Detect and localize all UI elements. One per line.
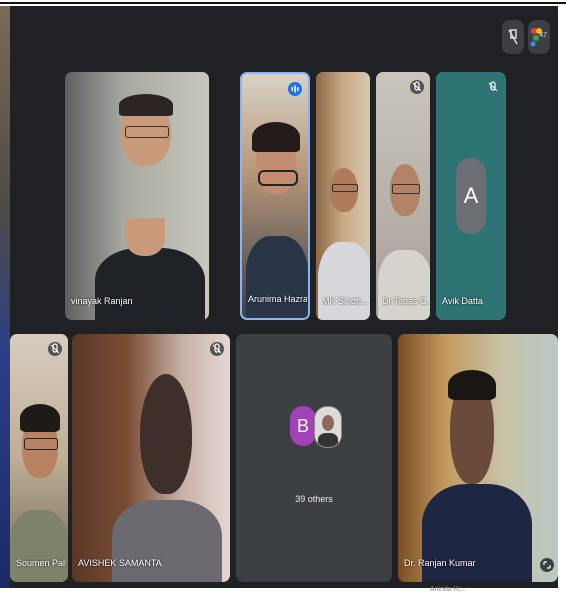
top-border — [0, 2, 566, 4]
mic-off-icon — [48, 342, 62, 356]
top-controls: 47 — [502, 20, 550, 54]
others-tile[interactable]: B 39 others — [236, 334, 392, 582]
participant-tile-ranjan-kumar[interactable]: Dr. Ranjan Kumar — [398, 334, 558, 582]
participant-count: 47 — [539, 32, 547, 39]
participant-tile-tapas[interactable]: Dr.Tapas C... — [376, 72, 430, 320]
participant-name: Dr.Tapas C... — [382, 296, 430, 306]
participant-tile-vinayak-ranjan[interactable]: vinayak Ranjan — [65, 72, 209, 320]
speaking-indicator-icon — [288, 82, 302, 96]
participant-tile-avik-datta[interactable]: A Avik Datta — [436, 72, 506, 320]
participant-name: Avik Datta — [442, 296, 483, 306]
participants-icon[interactable]: 47 — [528, 20, 550, 54]
participant-name: Arunima Hazra — [248, 294, 308, 304]
participant-tile-soumen-pal[interactable]: Soumen Pal — [10, 334, 68, 582]
others-count-label: 39 others — [295, 494, 333, 504]
participant-tile-mk-singh[interactable]: MK Singh... — [316, 72, 370, 320]
mic-off-icon — [410, 80, 424, 94]
others-avatar-photo — [314, 406, 342, 448]
mic-off-icon — [210, 342, 224, 356]
participant-tile-arunima-hazra[interactable]: Arunima Hazra — [240, 72, 310, 320]
participant-name: Dr. Ranjan Kumar — [404, 558, 476, 568]
participant-tile-avishek-samanta[interactable]: AVISHEK SAMANTA — [72, 334, 230, 582]
left-background-strip — [0, 6, 10, 588]
participant-avatar: A — [456, 158, 486, 234]
pin-icon[interactable] — [502, 20, 524, 54]
mic-off-icon — [486, 80, 500, 94]
expand-icon[interactable] — [540, 558, 554, 572]
screenshot-frame: 47 vinayak Ranjan Arunima Hazra MK Singh… — [0, 0, 566, 593]
participant-name: AVISHEK SAMANTA — [78, 558, 162, 568]
video-call-grid: 47 vinayak Ranjan Arunima Hazra MK Singh… — [10, 6, 558, 588]
participant-name: vinayak Ranjan — [71, 296, 133, 306]
participant-name: MK Singh... — [322, 296, 369, 306]
others-avatar-b: B — [290, 406, 316, 446]
participant-name: Soumen Pal — [16, 558, 66, 568]
